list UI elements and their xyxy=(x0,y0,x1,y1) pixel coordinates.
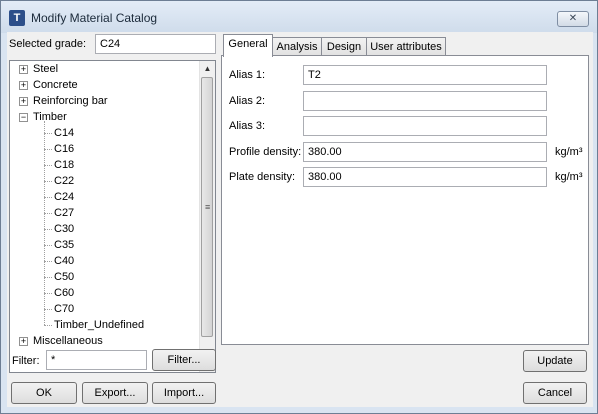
tree-node-label: Concrete xyxy=(33,79,78,91)
tree-connector xyxy=(44,261,52,262)
tree-node-label: C27 xyxy=(54,207,75,219)
scroll-thumb[interactable]: ≡ xyxy=(201,77,213,337)
alias-3-label: Alias 3: xyxy=(229,120,266,132)
tree-node-label: Miscellaneous xyxy=(33,335,103,347)
tree-connector xyxy=(44,165,52,166)
tree-node-label: Timber xyxy=(33,111,67,123)
tree-scrollbar[interactable]: ▲ ≡ ▼ xyxy=(199,61,215,372)
tree-node-grade[interactable]: C70 xyxy=(10,301,200,317)
title-bar: T Modify Material Catalog ✕ xyxy=(1,1,597,33)
profile-density-label: Profile density: xyxy=(229,146,302,158)
tree-node-grade[interactable]: C16 xyxy=(10,141,200,157)
collapse-icon[interactable]: − xyxy=(19,113,28,122)
dialog-body: Selected grade: C24 + Steel + Concrete + Rein… xyxy=(7,32,593,407)
alias-1-field[interactable]: T2 xyxy=(303,65,547,85)
general-tab-panel: Alias 1: T2 Alias 2: Alias 3: Profile de… xyxy=(221,55,589,345)
tree-node-label: Steel xyxy=(33,63,59,75)
profile-density-unit: kg/m³ xyxy=(555,146,583,158)
expand-icon[interactable]: + xyxy=(19,65,28,74)
tree-connector xyxy=(44,149,52,150)
expand-icon[interactable]: + xyxy=(19,81,28,90)
app-icon: T xyxy=(9,10,25,26)
window-title: Modify Material Catalog xyxy=(31,11,158,25)
modify-material-catalog-dialog: T Modify Material Catalog ✕ Selected gra… xyxy=(0,0,598,414)
tree-connector xyxy=(44,229,52,230)
tree-connector xyxy=(44,293,52,294)
tree-node-label: C60 xyxy=(54,287,75,299)
material-tree[interactable]: + Steel + Concrete + Reinforcing bar − Timber C1… xyxy=(9,60,216,373)
expand-icon[interactable]: + xyxy=(19,337,28,346)
tree-node-label: Timber_Undefined xyxy=(54,319,145,331)
tree-connector xyxy=(44,197,52,198)
tree-connector xyxy=(44,277,52,278)
tree-node-label: C30 xyxy=(54,223,75,235)
tab-user-attributes[interactable]: User attributes xyxy=(366,37,446,56)
grip-icon: ≡ xyxy=(205,202,211,212)
tree-node-timber[interactable]: − Timber xyxy=(10,109,200,125)
tree-node-grade[interactable]: C14 xyxy=(10,125,200,141)
tree-node-label: C70 xyxy=(54,303,75,315)
tree-node-grade[interactable]: C30 xyxy=(10,221,200,237)
tab-analysis[interactable]: Analysis xyxy=(272,37,322,56)
tree-node-miscellaneous[interactable]: + Miscellaneous xyxy=(10,333,200,349)
alias-2-field[interactable] xyxy=(303,91,547,111)
tree-node-grade[interactable]: C35 xyxy=(10,237,200,253)
tree-node-reinforcing-bar[interactable]: + Reinforcing bar xyxy=(10,93,200,109)
tree-connector xyxy=(44,213,52,214)
tree-node-label: C14 xyxy=(54,127,75,139)
alias-3-field[interactable] xyxy=(303,116,547,136)
import-button[interactable]: Import... xyxy=(152,382,216,404)
expand-icon[interactable]: + xyxy=(19,97,28,106)
export-button[interactable]: Export... xyxy=(82,382,148,404)
tree-node-label: C18 xyxy=(54,159,75,171)
cancel-button[interactable]: Cancel xyxy=(523,382,587,404)
update-button[interactable]: Update xyxy=(523,350,587,372)
tree-connector xyxy=(44,245,52,246)
tree-connector xyxy=(44,309,52,310)
tree-node-grade[interactable]: C40 xyxy=(10,253,200,269)
tree-node-grade[interactable]: C24 xyxy=(10,189,200,205)
tree-node-grade[interactable]: C22 xyxy=(10,173,200,189)
filter-label: Filter: xyxy=(12,355,40,367)
tree-connector xyxy=(44,133,52,134)
tree-node-grade[interactable]: C50 xyxy=(10,269,200,285)
alias-2-label: Alias 2: xyxy=(229,95,266,107)
plate-density-label: Plate density: xyxy=(229,171,296,183)
tree-node-label: C35 xyxy=(54,239,75,251)
tree-node-grade[interactable]: C27 xyxy=(10,205,200,221)
tree-node-label: Reinforcing bar xyxy=(33,95,108,107)
tab-design[interactable]: Design xyxy=(321,37,367,56)
tree-node-grade[interactable]: C18 xyxy=(10,157,200,173)
tree-node-label: C16 xyxy=(54,143,75,155)
profile-density-field[interactable]: 380.00 xyxy=(303,142,547,162)
close-button[interactable]: ✕ xyxy=(557,11,589,27)
plate-density-field[interactable]: 380.00 xyxy=(303,167,547,187)
selected-grade-field[interactable]: C24 xyxy=(95,34,216,54)
ok-button[interactable]: OK xyxy=(11,382,77,404)
tree-node-label: C50 xyxy=(54,271,75,283)
tree-node-steel[interactable]: + Steel xyxy=(10,61,200,77)
tree-connector xyxy=(44,181,52,182)
tree-node-label: C40 xyxy=(54,255,75,267)
tree-connector xyxy=(44,121,45,325)
alias-1-label: Alias 1: xyxy=(229,69,266,81)
selected-grade-label: Selected grade: xyxy=(9,38,87,50)
tree-node-label: C22 xyxy=(54,175,75,187)
filter-field[interactable]: * xyxy=(46,350,147,370)
tab-general[interactable]: General xyxy=(223,34,273,57)
tree-connector xyxy=(44,325,52,326)
plate-density-unit: kg/m³ xyxy=(555,171,583,183)
tree-node-grade[interactable]: C60 xyxy=(10,285,200,301)
tree-node-grade[interactable]: Timber_Undefined xyxy=(10,317,200,333)
tree-node-concrete[interactable]: + Concrete xyxy=(10,77,200,93)
tree-node-label: C24 xyxy=(54,191,75,203)
filter-button[interactable]: Filter... xyxy=(152,349,216,371)
scroll-up-arrow-icon[interactable]: ▲ xyxy=(200,61,215,76)
